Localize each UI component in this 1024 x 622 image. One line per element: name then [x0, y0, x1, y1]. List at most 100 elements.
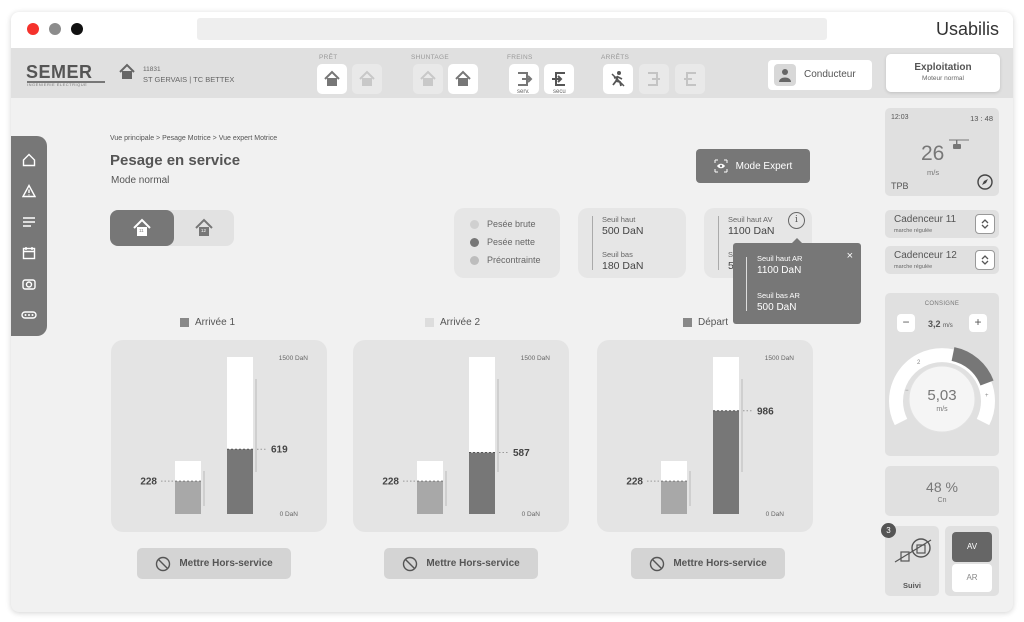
arret-urgence-button[interactable]: [603, 64, 633, 94]
brake-icon: [518, 72, 533, 86]
cadenceur-11[interactable]: Cadenceur 11 marche régulée: [885, 210, 999, 238]
seuil-bracket: [718, 216, 719, 270]
axis-max-label: 1500 DaN: [279, 355, 309, 362]
segment-item-12[interactable]: 12: [174, 210, 234, 246]
suivi-button[interactable]: 3 Suivi: [881, 523, 939, 596]
conducteur-button[interactable]: Conducteur: [768, 60, 872, 90]
group-label-pret: PRÊT: [319, 54, 338, 61]
group-label-freins: FREINS: [507, 54, 533, 61]
cn-panel: 48 % Cn: [885, 466, 999, 516]
seuil-card: Seuil haut 500 DaN Seuil bas 180 DaN: [578, 208, 686, 278]
chart-title-2: Arrivée 2: [425, 317, 480, 328]
ban-icon: [403, 556, 418, 571]
gauge-value: 5,03: [927, 387, 957, 404]
seuil-haut-av-label: Seuil haut AV: [728, 215, 773, 224]
site-code: 11831: [143, 66, 161, 73]
address-bar[interactable]: [197, 18, 827, 40]
gondola-icon: [949, 136, 969, 155]
seuil-haut-av-value: 1100 DaN: [728, 225, 775, 237]
axis-min-label: 0 DaN: [280, 511, 299, 518]
cadenceur-12[interactable]: Cadenceur 12 marche régulée: [885, 246, 999, 274]
left-sidebar: [11, 136, 47, 336]
clock-time-2: 13 : 48: [970, 114, 993, 123]
sidebar-calendar-icon[interactable]: [21, 245, 37, 261]
weight-chart: 228 619 1500 DaN 0 DaN: [140, 355, 309, 518]
exploitation-button[interactable]: Exploitation Moteur normal: [886, 54, 1000, 92]
mode-expert-button[interactable]: Mode Expert: [696, 149, 810, 183]
app-window: Usabilis SEMER INGÉNIERIE ÉLECTRIQUE 118…: [11, 12, 1013, 612]
home-icon: [420, 70, 436, 86]
chart-title-text: Arrivée 2: [440, 317, 481, 328]
large-bar: [227, 449, 253, 514]
sidebar-home-icon[interactable]: [21, 152, 37, 168]
direction-av-button[interactable]: AV: [952, 532, 992, 562]
hors-service-label: Mettre Hors-service: [179, 558, 273, 569]
breadcrumb: Vue principale > Pesage Motrice > Vue ex…: [110, 135, 278, 142]
sidebar-track-icon[interactable]: [21, 307, 37, 323]
hors-service-button-2[interactable]: Mettre Hors-service: [384, 548, 538, 579]
compass-icon[interactable]: [977, 174, 993, 195]
close-icon[interactable]: ×: [847, 250, 853, 262]
tooltip-bas-value: 500 DaN: [757, 302, 797, 313]
consigne-minus-button[interactable]: −: [897, 314, 915, 332]
hors-service-button-1[interactable]: Mettre Hors-service: [137, 548, 291, 579]
seuil-bas-value: 180 DaN: [602, 260, 644, 272]
legend-swatch: [683, 318, 692, 327]
semer-logo: SEMER: [26, 62, 93, 82]
legend-item: Pesée brute: [470, 219, 536, 229]
frein-secu-label: secu: [553, 89, 566, 95]
direction-panel: AV AR: [945, 526, 999, 596]
cn-label: Cn: [937, 497, 947, 504]
speed-value: 26: [921, 142, 945, 165]
exploitation-sub: Moteur normal: [922, 75, 964, 82]
small-bar: [661, 481, 687, 514]
pret-home-button-1[interactable]: [317, 64, 347, 94]
info-icon[interactable]: i: [788, 212, 805, 229]
axis-max-label: 1500 DaN: [765, 355, 795, 362]
large-bar-label: 587: [513, 448, 530, 459]
chevron-updown-icon[interactable]: [975, 214, 995, 234]
axis-min-label: 0 DaN: [766, 511, 785, 518]
pret-home-button-2[interactable]: [352, 64, 382, 94]
sidebar-camera-icon[interactable]: [21, 276, 37, 292]
close-window-button[interactable]: [27, 23, 39, 35]
shuntage-button-1[interactable]: [413, 64, 443, 94]
sidebar-menu-icon[interactable]: [21, 214, 37, 230]
large-bar-label: 619: [271, 445, 288, 456]
small-bar: [175, 481, 201, 514]
large-bar-label: 986: [757, 406, 774, 417]
maximize-window-button[interactable]: [71, 23, 83, 35]
hors-service-button-3[interactable]: Mettre Hors-service: [631, 548, 785, 579]
small-bar-label: 228: [626, 477, 643, 488]
group-label-arrets: ARRÊTS: [601, 54, 630, 61]
legend-item: Pesée nette: [470, 237, 535, 247]
axis-max-label: 1500 DaN: [521, 355, 551, 362]
brake-icon: [684, 72, 696, 86]
sidebar-warning-icon[interactable]: [21, 183, 37, 199]
direction-ar-button[interactable]: AR: [952, 564, 992, 592]
page-mode: Mode normal: [111, 175, 170, 186]
speed-panel: 12:03 13 : 48 26 m/s TPB: [885, 108, 999, 196]
mode-expert-label: Mode Expert: [735, 160, 793, 172]
legend-item: Précontrainte: [470, 255, 541, 265]
tooltip-haut-value: 1100 DaN: [757, 265, 802, 276]
segment-item-12-label: 12: [201, 228, 207, 233]
minimize-window-button[interactable]: [49, 23, 61, 35]
consigne-panel: CONSIGNE − + 3,2 m/s − + 2 5,03 m/s: [885, 293, 999, 456]
chevron-updown-icon[interactable]: [975, 250, 995, 270]
legend-swatch: [425, 318, 434, 327]
title-bar: Usabilis: [11, 12, 1013, 48]
small-bar-label: 228: [382, 477, 399, 488]
cadenceur-11-title: Cadenceur 11: [894, 214, 957, 225]
segment-item-11[interactable]: 11: [110, 210, 174, 246]
ban-icon: [156, 556, 171, 571]
arret-button-2[interactable]: [639, 64, 669, 94]
seuil-haut-label: Seuil haut: [602, 215, 636, 224]
consigne-plus-button[interactable]: +: [969, 314, 987, 332]
cn-value: 48 %: [926, 479, 958, 495]
weight-chart: 228 986 1500 DaN 0 DaN: [626, 355, 795, 518]
chart-card-1: 228 619 1500 DaN 0 DaN: [111, 340, 327, 532]
arret-button-3[interactable]: [675, 64, 705, 94]
chart-title-text: Départ: [698, 317, 729, 328]
shuntage-button-2[interactable]: [448, 64, 478, 94]
